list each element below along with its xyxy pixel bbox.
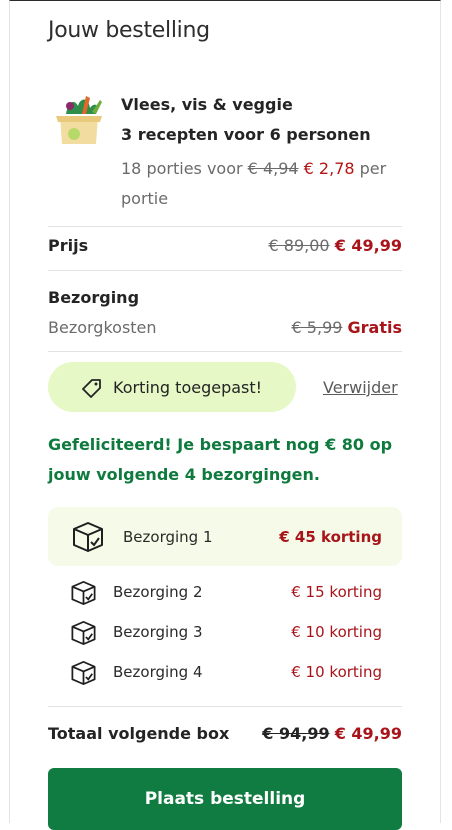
delivery-discount: € 45 korting <box>279 528 382 546</box>
shipping-label: Bezorging <box>48 288 140 307</box>
divider <box>48 226 402 227</box>
delivery-discount: € 10 korting <box>291 663 382 681</box>
divider <box>48 351 402 352</box>
remove-coupon-link[interactable]: Verwijder <box>323 378 398 397</box>
coupon-label: Korting toegepast! <box>113 378 263 397</box>
portions-prefix: 18 porties voor <box>121 159 243 178</box>
plan-recipes: 3 recepten voor 6 personen <box>121 125 371 144</box>
price-values: € 89,00 € 49,99 <box>269 236 402 255</box>
portion-price: 18 porties voor € 4,94 € 2,78 per portie <box>121 154 406 214</box>
price-old: € 89,00 <box>268 236 330 255</box>
delivery-label: Bezorging 1 <box>123 528 213 546</box>
shipping-values: € 5,99 Gratis <box>292 318 402 337</box>
box-check-icon <box>73 522 103 552</box>
delivery-label: Bezorging 3 <box>113 623 203 641</box>
meal-box-icon <box>56 96 102 144</box>
total-new: € 49,99 <box>334 724 402 743</box>
box-check-icon <box>71 581 96 605</box>
portion-old-price: € 4,94 <box>247 159 299 178</box>
tag-icon <box>82 379 101 398</box>
shipping-new: Gratis <box>347 318 402 337</box>
place-order-button[interactable]: Plaats bestelling <box>48 768 402 830</box>
box-check-icon <box>71 661 96 685</box>
delivery-label: Bezorging 2 <box>113 583 203 601</box>
divider <box>48 270 402 271</box>
delivery-discount: € 15 korting <box>291 583 382 601</box>
box-check-icon <box>71 621 96 645</box>
divider <box>48 706 402 707</box>
price-label: Prijs <box>48 236 89 255</box>
shipping-cost-label: Bezorgkosten <box>48 318 157 337</box>
total-label: Totaal volgende box <box>48 724 230 743</box>
portion-new-price: € 2,78 <box>303 159 355 178</box>
shipping-old: € 5,99 <box>291 318 343 337</box>
total-old: € 94,99 <box>262 724 330 743</box>
delivery-label: Bezorging 4 <box>113 663 203 681</box>
total-values: € 94,99 € 49,99 <box>262 724 402 743</box>
savings-message: Gefeliciteerd! Je bespaart nog € 80 op j… <box>48 435 393 484</box>
price-new: € 49,99 <box>334 236 402 255</box>
delivery-discount: € 10 korting <box>291 623 382 641</box>
page-title: Jouw bestelling <box>48 18 210 43</box>
plan-name: Vlees, vis & veggie <box>121 95 293 114</box>
